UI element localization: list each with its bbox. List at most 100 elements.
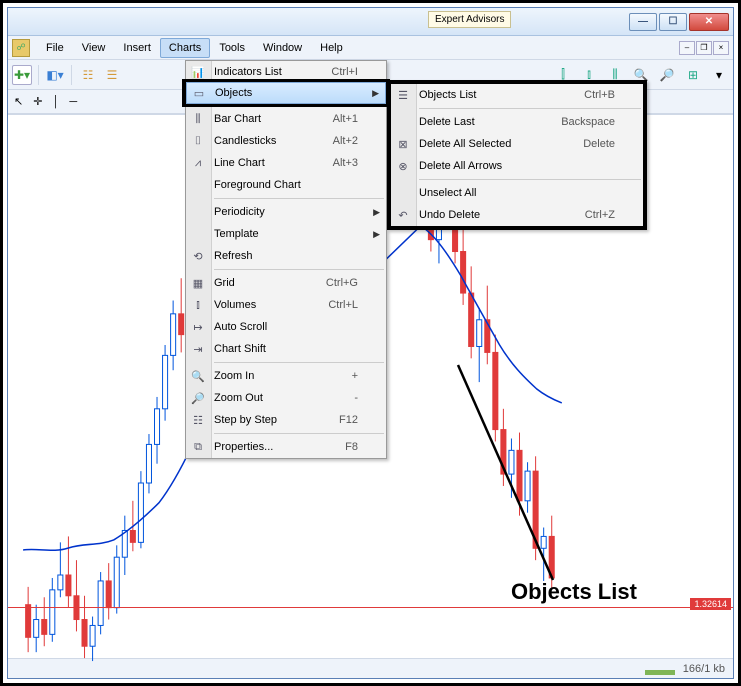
menu-tools[interactable]: Tools (210, 38, 254, 58)
menu-item-label: Refresh (214, 250, 253, 262)
objects-menu-delete-all-selected[interactable]: ⊠Delete All SelectedDelete (391, 133, 643, 155)
zoom-in-icon: 🔍 (190, 368, 206, 384)
submenu-arrow-icon: ▶ (372, 88, 379, 99)
vertical-line-tool-icon[interactable]: │ (52, 96, 59, 108)
menu-item-label: Undo Delete (419, 209, 480, 221)
mdi-minimize-button[interactable]: – (679, 41, 695, 55)
charts-menu-refresh[interactable]: ⟲ Refresh (186, 245, 386, 267)
charts-menu-objects[interactable]: ▭Objects▶ (186, 82, 386, 104)
market-watch-button[interactable]: ☷ (78, 65, 98, 85)
menu-view[interactable]: View (73, 38, 115, 58)
charts-menu-volumes[interactable]: ⫾ Volumes Ctrl+L (186, 294, 386, 316)
menu-file[interactable]: File (37, 38, 73, 58)
menu-item-shortcut: Alt+2 (333, 135, 358, 147)
charts-menu-zoom-in[interactable]: 🔍 Zoom In + (186, 365, 386, 387)
line-chart-icon: ⩘ (190, 155, 206, 171)
charts-menu-bar-chart[interactable]: ⫼ Bar Chart Alt+1 (186, 108, 386, 130)
charts-menu-step-by-step[interactable]: ☷ Step by Step F12 (186, 409, 386, 431)
menu-item-shortcut: F8 (345, 441, 358, 453)
toolbar-icon[interactable]: ▾ (709, 65, 729, 85)
objects-menu-undo-delete[interactable]: ↶ Undo Delete Ctrl+Z (391, 204, 643, 226)
tooltip-expert-advisors: Expert Advisors (428, 11, 511, 28)
charts-menu-zoom-out[interactable]: 🔎Zoom Out- (186, 387, 386, 409)
close-button[interactable]: ✕ (689, 13, 729, 31)
menu-window[interactable]: Window (254, 38, 311, 58)
toolbar-icon[interactable]: ⊞ (683, 65, 703, 85)
properties--icon: ⧉ (190, 439, 206, 455)
menu-help[interactable]: Help (311, 38, 352, 58)
titlebar: — ☐ ✕ (8, 8, 733, 36)
delete-all-selected-icon: ⊠ (395, 136, 411, 152)
app-icon: ☍ (12, 39, 30, 57)
menu-charts[interactable]: Charts (160, 38, 210, 58)
new-chart-button[interactable]: ✚▾ (12, 65, 32, 85)
profiles-button[interactable]: ◧▾ (45, 65, 65, 85)
menu-item-label: Bar Chart (214, 113, 261, 125)
menu-item-shortcut: Ctrl+L (328, 299, 358, 311)
menu-item-label: Template (214, 228, 259, 240)
horizontal-line-tool-icon[interactable]: ─ (69, 96, 77, 108)
menu-item-label: Step by Step (214, 414, 277, 426)
mdi-restore-button[interactable]: ❐ (696, 41, 712, 55)
crosshair-tool-icon[interactable]: ✛ (33, 95, 42, 108)
zoom-out-icon[interactable]: 🔎 (657, 65, 677, 85)
indicators-list-icon: 📊 (190, 64, 206, 80)
menu-item-shortcut: Ctrl+I (331, 66, 358, 78)
menu-item-label: Zoom In (214, 370, 254, 382)
menu-item-shortcut: + (352, 370, 358, 382)
charts-menu-foreground-chart[interactable]: Foreground Chart (186, 174, 386, 196)
objects-list-icon: ☰ (395, 87, 411, 103)
refresh-icon: ⟲ (190, 248, 206, 264)
maximize-button[interactable]: ☐ (659, 13, 687, 31)
objects-menu-delete-all-arrows[interactable]: ⊗Delete All Arrows (391, 155, 643, 177)
bar-chart-icon: ⫼ (190, 111, 206, 127)
menu-item-label: Indicators List (214, 66, 282, 78)
menu-item-shortcut: F12 (339, 414, 358, 426)
menu-item-label: Line Chart (214, 157, 265, 169)
menu-item-shortcut: Ctrl+B (584, 89, 615, 101)
menu-item-shortcut: Ctrl+Z (585, 209, 615, 221)
objects-submenu: ☰Objects ListCtrl+B Delete LastBackspace ⊠… (387, 80, 647, 230)
grid-icon: ▦ (190, 275, 206, 291)
charts-menu-line-chart[interactable]: ⩘Line ChartAlt+3 (186, 152, 386, 174)
chart-shift-icon: ⇥ (190, 341, 206, 357)
menu-item-label: Grid (214, 277, 235, 289)
menu-item-label: Zoom Out (214, 392, 263, 404)
menu-item-label: Volumes (214, 299, 256, 311)
objects-menu-unselect-all[interactable]: Unselect All (391, 182, 643, 204)
minimize-button[interactable]: — (629, 13, 657, 31)
menu-item-shortcut: Alt+1 (333, 113, 358, 125)
candlesticks-icon: ⌷ (190, 133, 206, 149)
menu-item-label: Candlesticks (214, 135, 276, 147)
charts-menu-chart-shift[interactable]: ⇥Chart Shift (186, 338, 386, 360)
menu-item-label: Delete Last (419, 116, 475, 128)
charts-menu-periodicity[interactable]: Periodicity▶ (186, 201, 386, 223)
charts-menu-auto-scroll[interactable]: ↦Auto Scroll (186, 316, 386, 338)
charts-menu-dropdown: 📊Indicators ListCtrl+I▭Objects▶⫼Bar Char… (185, 60, 387, 459)
submenu-arrow-icon: ▶ (373, 229, 380, 240)
zoom-out-icon: 🔎 (190, 390, 206, 406)
charts-menu-grid[interactable]: ▦ Grid Ctrl+G (186, 272, 386, 294)
menu-item-shortcut: Ctrl+G (326, 277, 358, 289)
menu-item-label: Objects (215, 87, 252, 99)
step-by-step-icon: ☷ (190, 412, 206, 428)
navigator-button[interactable]: ☰ (102, 65, 122, 85)
menu-item-label: Delete All Arrows (419, 160, 502, 172)
mdi-close-button[interactable]: × (713, 41, 729, 55)
volumes-icon: ⫾ (190, 297, 206, 313)
menu-item-label: Periodicity (214, 206, 265, 218)
menu-item-label: Delete All Selected (419, 138, 511, 150)
price-tag: 1.32614 (690, 598, 731, 610)
charts-menu-candlesticks[interactable]: ⌷ Candlesticks Alt+2 (186, 130, 386, 152)
menu-insert[interactable]: Insert (114, 38, 160, 58)
charts-menu-template[interactable]: Template ▶ (186, 223, 386, 245)
undo-delete-icon: ↶ (395, 207, 411, 223)
charts-menu-properties-[interactable]: ⧉Properties...F8 (186, 436, 386, 458)
auto-scroll-icon: ↦ (190, 319, 206, 335)
annotation-label: Objects List (511, 579, 637, 605)
menu-item-label: Unselect All (419, 187, 476, 199)
menu-item-label: Foreground Chart (214, 179, 301, 191)
objects-menu-delete-last[interactable]: Delete LastBackspace (391, 111, 643, 133)
objects-menu-objects-list[interactable]: ☰Objects ListCtrl+B (391, 84, 643, 106)
cursor-tool-icon[interactable]: ↖ (14, 95, 23, 108)
